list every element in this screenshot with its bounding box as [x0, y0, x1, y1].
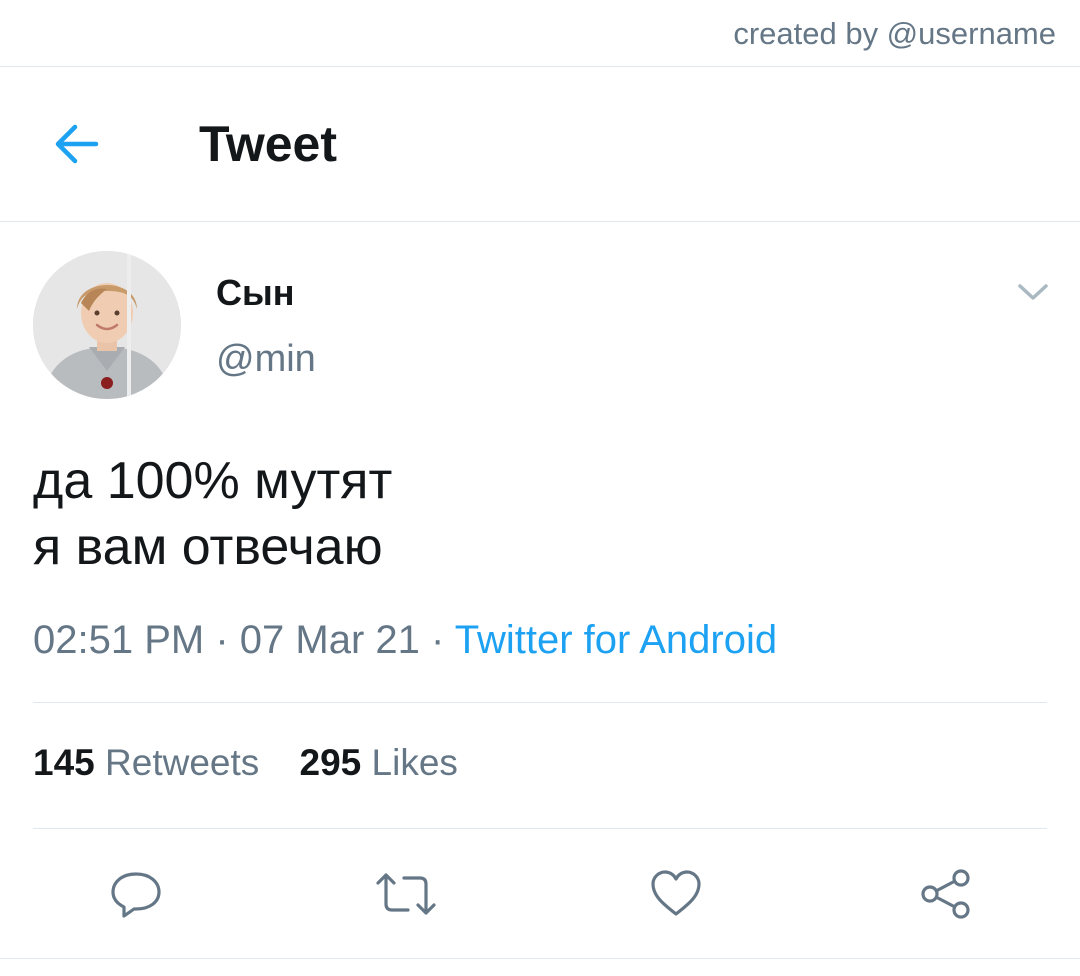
likes-label: Likes	[371, 742, 458, 783]
heart-icon	[651, 870, 701, 916]
avatar[interactable]	[33, 251, 181, 399]
tweet-menu-button[interactable]	[1016, 280, 1050, 304]
like-button[interactable]	[648, 866, 704, 922]
tweet-text-line: да 100% мутят	[33, 452, 393, 510]
author-handle[interactable]: @min	[216, 338, 316, 381]
share-icon	[921, 869, 970, 919]
arrow-left-icon	[55, 124, 99, 164]
bottom-divider	[0, 958, 1080, 959]
meta-separator: ·	[215, 618, 229, 662]
tweet-date: 07 Mar 21	[239, 618, 420, 662]
tweet-meta: 02:51 PM · 07 Mar 21 · Twitter for Andro…	[33, 618, 777, 663]
retweet-button[interactable]	[374, 866, 436, 922]
divider	[33, 828, 1047, 829]
divider	[33, 702, 1047, 703]
chevron-down-icon	[1018, 284, 1048, 300]
retweets-label: Retweets	[105, 742, 260, 783]
tweet-time: 02:51 PM	[33, 618, 205, 662]
tweet-source-link[interactable]: Twitter for Android	[455, 618, 777, 662]
retweet-icon	[376, 873, 436, 915]
page-title: Tweet	[199, 116, 337, 172]
credit-text: created by @username	[733, 16, 1056, 51]
tweet-stats: 145 Retweets 295 Likes	[33, 742, 488, 784]
back-button[interactable]	[48, 119, 106, 169]
likes-stat[interactable]: 295 Likes	[300, 742, 458, 784]
reply-icon	[111, 872, 161, 918]
share-button[interactable]	[918, 866, 974, 922]
tweet-text-line: я вам отвечаю	[33, 518, 383, 576]
profile-photo	[33, 251, 181, 399]
meta-separator: ·	[431, 618, 445, 662]
retweets-count: 145	[33, 742, 95, 783]
top-app-bar: Tweet	[0, 67, 1080, 222]
reply-button[interactable]	[108, 866, 164, 922]
likes-count: 295	[299, 742, 362, 783]
credit-bar: created by @username	[0, 0, 1080, 67]
author-display-name[interactable]: Сын	[216, 272, 295, 314]
retweets-stat[interactable]: 145 Retweets	[33, 742, 259, 784]
tweet-text: да 100% мутят я вам отвечаю	[33, 448, 392, 580]
